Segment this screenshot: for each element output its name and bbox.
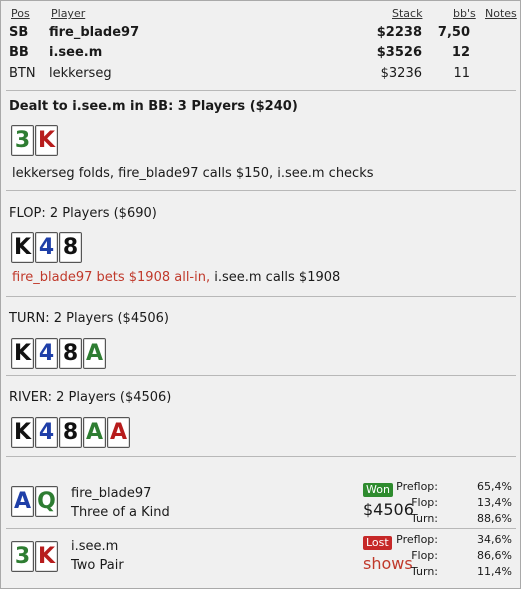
player-name: fire_blade97 <box>49 25 140 40</box>
card: 3 <box>11 125 34 156</box>
equity-label: Flop: <box>411 496 438 509</box>
flop-cards: K 4 8 <box>11 232 82 263</box>
equity-value: 34,6% <box>477 533 512 546</box>
col-stack: Stack <box>392 7 423 20</box>
player-bbs: 7,50 <box>437 25 470 40</box>
shows-label: shows <box>363 554 413 573</box>
equity-label: Turn: <box>410 512 438 525</box>
flop-action: fire_blade97 bets $1908 all-in, i.see.m … <box>12 270 340 285</box>
col-bbs: bb's <box>453 7 476 20</box>
river-cards: K 4 8 A A <box>11 417 130 448</box>
card: Q <box>35 486 58 517</box>
player-row-sb[interactable]: SB fire_blade97 $2238 7,50 <box>9 25 514 43</box>
lost-badge: Lost <box>363 536 392 550</box>
card: K <box>35 541 58 572</box>
card: K <box>35 125 58 156</box>
card: 3 <box>11 541 34 572</box>
preflop-action: lekkerseg folds, fire_blade97 calls $150… <box>12 166 374 181</box>
player-name: i.see.m <box>49 45 103 60</box>
player-pos: BTN <box>9 66 36 81</box>
flop-action-allin: fire_blade97 bets $1908 all-in, <box>12 270 211 285</box>
flop-title: FLOP: 2 Players ($690) <box>9 206 157 221</box>
card: 8 <box>59 417 82 448</box>
col-pos: Pos <box>11 7 30 20</box>
showdown-player-name: i.see.m <box>71 539 119 554</box>
player-stack: $2238 <box>376 25 422 40</box>
hand-history-panel: Pos Player Stack bb's Notes SB fire_blad… <box>0 0 521 589</box>
equity-label: Preflop: <box>396 533 438 546</box>
col-player: Player <box>51 7 86 20</box>
equity-value: 86,6% <box>477 549 512 562</box>
player-name: lekkerseg <box>49 66 112 81</box>
equity-value: 13,4% <box>477 496 512 509</box>
card: A <box>83 338 106 369</box>
showdown-hand: Three of a Kind <box>71 505 170 520</box>
won-badge: Won <box>363 483 393 497</box>
preflop-title: Dealt to i.see.m in BB: 3 Players ($240) <box>9 99 298 114</box>
equity-value: 88,6% <box>477 512 512 525</box>
equity-label: Preflop: <box>396 480 438 493</box>
showdown-cards: 3 K <box>11 541 58 572</box>
divider <box>6 90 516 91</box>
flop-action-call: i.see.m calls $1908 <box>210 270 341 285</box>
card: K <box>11 338 34 369</box>
equity-label: Flop: <box>411 549 438 562</box>
divider <box>6 375 516 376</box>
player-bbs: 12 <box>451 45 470 60</box>
pot-amount: $4506 <box>363 500 414 519</box>
card: 4 <box>35 232 58 263</box>
equity-value: 65,4% <box>477 480 512 493</box>
player-stack: $3236 <box>380 66 422 81</box>
card: A <box>83 417 106 448</box>
turn-title: TURN: 2 Players ($4506) <box>9 311 169 326</box>
card: A <box>107 417 130 448</box>
card: 4 <box>35 338 58 369</box>
card: K <box>11 417 34 448</box>
turn-cards: K 4 8 A <box>11 338 106 369</box>
player-stack: $3526 <box>376 45 422 60</box>
showdown-player-name: fire_blade97 <box>71 486 152 501</box>
card: 8 <box>59 232 82 263</box>
divider <box>6 456 516 457</box>
player-pos: BB <box>9 45 29 60</box>
player-pos: SB <box>9 25 29 40</box>
card: K <box>11 232 34 263</box>
river-title: RIVER: 2 Players ($4506) <box>9 390 172 405</box>
card: 8 <box>59 338 82 369</box>
equity-value: 11,4% <box>477 565 512 578</box>
card: 4 <box>35 417 58 448</box>
player-row-bb[interactable]: BB i.see.m $3526 12 <box>9 45 514 63</box>
showdown-hand: Two Pair <box>71 558 124 573</box>
divider <box>6 296 516 297</box>
showdown-cards: A Q <box>11 486 58 517</box>
player-bbs: 11 <box>453 66 470 81</box>
card: A <box>11 486 34 517</box>
equity-label: Turn: <box>410 565 438 578</box>
player-row-btn[interactable]: BTN lekkerseg $3236 11 <box>9 66 514 84</box>
divider <box>6 528 516 529</box>
hole-cards: 3 K <box>11 125 58 156</box>
divider <box>6 190 516 191</box>
col-notes: Notes <box>485 7 517 20</box>
